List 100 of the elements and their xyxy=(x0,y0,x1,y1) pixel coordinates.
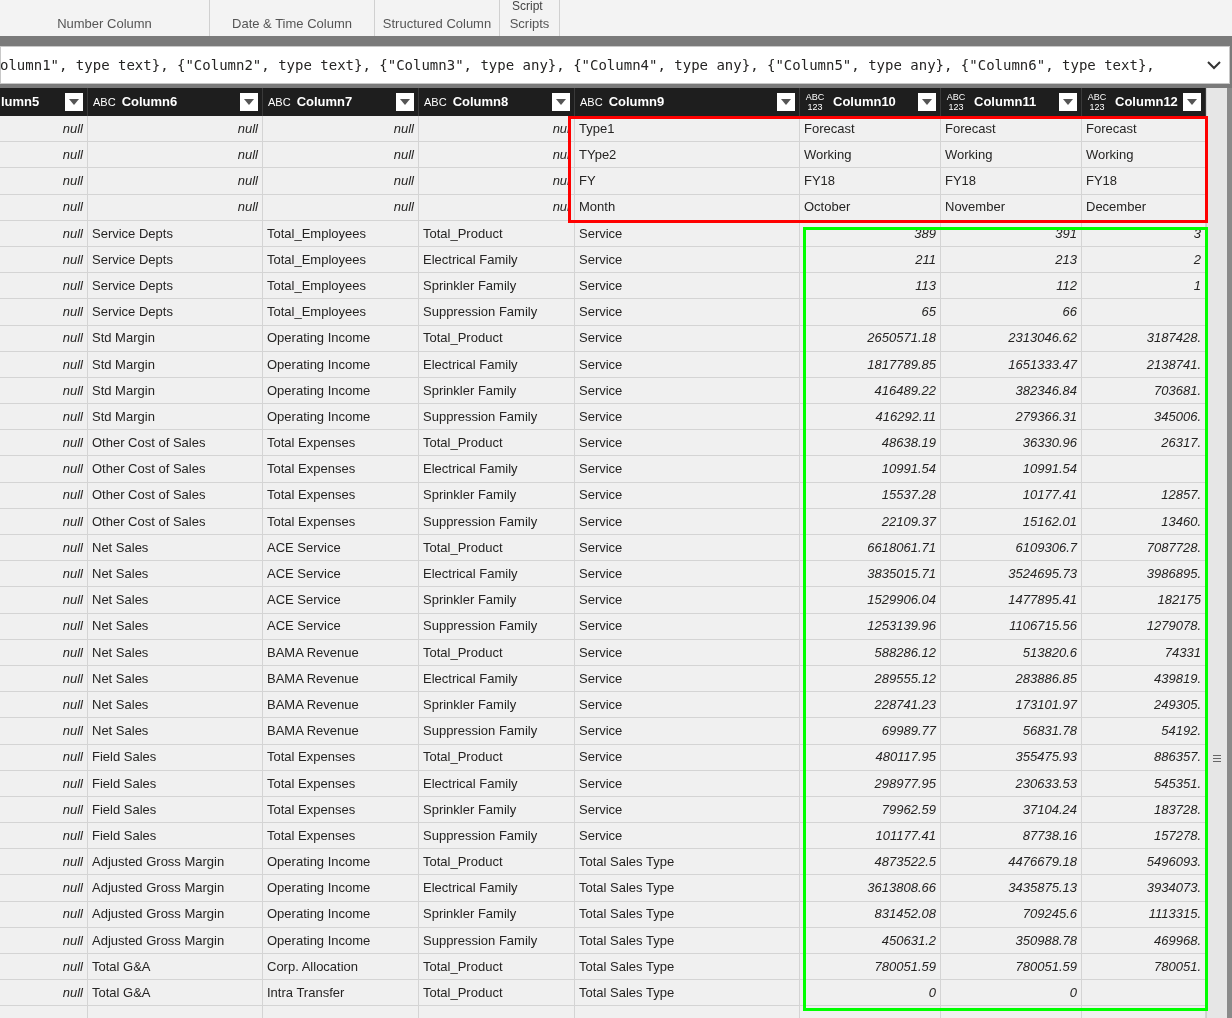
any-type-label: ABC 123 xyxy=(945,92,967,112)
table-cell: Service xyxy=(575,299,800,326)
table-cell: Total_Product xyxy=(419,325,575,352)
table-cell: 1817789.85 xyxy=(800,351,941,378)
table-cell: Total_Product xyxy=(419,430,575,457)
table-cell: Operating Income xyxy=(263,849,419,876)
table-cell: 7087728. xyxy=(1082,535,1206,562)
table-cell: Service xyxy=(575,325,800,352)
table-cell: Total_Product xyxy=(419,535,575,562)
any-type-label: ABC 123 xyxy=(1086,92,1108,112)
table-cell: null xyxy=(0,535,88,562)
filter-dropdown-button[interactable] xyxy=(1183,93,1201,111)
table-cell: null xyxy=(0,980,88,1007)
column-header[interactable]: ABC Column6 xyxy=(88,88,263,116)
table-cell: Suppression Family xyxy=(419,613,575,640)
ribbon-button-label[interactable]: Script xyxy=(512,0,543,12)
table-cell: Service xyxy=(575,351,800,378)
table-cell: 3435875.13 xyxy=(941,875,1082,902)
table-cell: Suppression Family xyxy=(419,927,575,954)
table-cell: Suppression Family xyxy=(419,299,575,326)
table-cell: null xyxy=(263,116,419,143)
table-cell: null xyxy=(0,508,88,535)
table-cell: 15537.28 xyxy=(800,482,941,509)
table-cell: Operating Income xyxy=(263,875,419,902)
table-cell: 2138741. xyxy=(1082,351,1206,378)
table-cell: Service xyxy=(575,220,800,247)
table-cell: Std Margin xyxy=(88,377,263,405)
vertical-scrollbar[interactable] xyxy=(1206,88,1232,1018)
table-cell: Net Sales xyxy=(88,587,263,614)
filter-dropdown-button[interactable] xyxy=(65,93,83,111)
filter-dropdown-button[interactable] xyxy=(396,93,414,111)
table-cell: Net Sales xyxy=(88,613,263,640)
scrollbar-grip-icon[interactable] xyxy=(1213,754,1221,762)
table-cell: Adjusted Gross Margin xyxy=(88,927,263,954)
filter-dropdown-button[interactable] xyxy=(777,93,795,111)
table-cell: Service xyxy=(575,246,800,274)
table-cell: FY18 xyxy=(1082,168,1206,195)
table-cell: null xyxy=(0,927,88,954)
table-cell: 36330.96 xyxy=(941,430,1082,457)
table-cell: 1253139.96 xyxy=(800,613,941,640)
table-cell: Net Sales xyxy=(88,535,263,562)
table-cell: Type1 xyxy=(575,116,800,143)
filter-dropdown-button[interactable] xyxy=(240,93,258,111)
table-cell: Total Sales Type xyxy=(575,875,800,902)
chevron-down-icon[interactable] xyxy=(1207,60,1221,70)
filter-dropdown-button[interactable] xyxy=(1059,93,1077,111)
table-cell: null xyxy=(263,168,419,195)
table-cell: 3835015.71 xyxy=(800,561,941,588)
table-cell: Service xyxy=(575,770,800,797)
table-cell: 211 xyxy=(800,246,941,274)
filter-dropdown-button[interactable] xyxy=(918,93,936,111)
caret-down-icon xyxy=(1187,99,1197,105)
table-cell: Total_Employees xyxy=(263,299,419,326)
table-cell: null xyxy=(0,325,88,352)
table-cell: null xyxy=(0,665,88,693)
table-cell: null xyxy=(0,377,88,405)
table-cell: Service xyxy=(575,639,800,666)
table-cell: 65 xyxy=(800,299,941,326)
table-cell: Field Sales xyxy=(88,744,263,771)
column-header[interactable]: lumn5 xyxy=(0,88,88,116)
table-cell: 69989.77 xyxy=(800,718,941,745)
table-cell: 355475.93 xyxy=(941,744,1082,771)
table-cell: 780051.59 xyxy=(800,954,941,981)
column-header[interactable]: ABC Column8 xyxy=(419,88,575,116)
table-cell: 780051. xyxy=(1082,954,1206,981)
table-cell: Service xyxy=(575,482,800,509)
table-cell: FY18 xyxy=(941,168,1082,195)
table-cell: Service xyxy=(575,404,800,431)
table-cell: Std Margin xyxy=(88,404,263,431)
table-cell: null xyxy=(0,246,88,274)
table-cell: 56831.78 xyxy=(941,718,1082,745)
table-cell: Total G&A xyxy=(88,980,263,1007)
table-cell: 15162.01 xyxy=(941,508,1082,535)
table-cell: Total Expenses xyxy=(263,823,419,850)
filter-dropdown-button[interactable] xyxy=(552,93,570,111)
column-header[interactable]: ABC Column9 xyxy=(575,88,800,116)
table-cell: null xyxy=(0,875,88,902)
table-cell: Service xyxy=(575,718,800,745)
table-cell: Service Depts xyxy=(88,246,263,274)
table-cell: Net Sales xyxy=(88,692,263,719)
table-cell: 588286.12 xyxy=(800,639,941,666)
table-cell: Electrical Family xyxy=(419,875,575,902)
caret-down-icon xyxy=(244,99,254,105)
table-cell: TYpe2 xyxy=(575,142,800,169)
table-cell: BAMA Revenue xyxy=(263,665,419,693)
table-cell: 101177.41 xyxy=(800,823,941,850)
table-cell: Forecast xyxy=(1082,116,1206,143)
table-cell: Total Expenses xyxy=(263,796,419,824)
column-header[interactable]: ABC Column7 xyxy=(263,88,419,116)
table-cell: ACE Service xyxy=(263,535,419,562)
table-cell: 183728. xyxy=(1082,796,1206,824)
formula-bar[interactable]: olumn1", type text}, {"Column2", type text}, {"Column3", type any}, {"Column4", type any}, {"Column5", type any}, {"Column6", type text}, xyxy=(0,46,1230,84)
table-cell: Service xyxy=(575,692,800,719)
table-cell: Total Expenses xyxy=(263,744,419,771)
table-cell: ACE Service xyxy=(263,613,419,640)
table-cell: 157278. xyxy=(1082,823,1206,850)
table-cell: Operating Income xyxy=(263,351,419,378)
table-cell: Total Sales Type xyxy=(575,954,800,981)
table-cell: Total_Product xyxy=(419,849,575,876)
table-cell: 350988.78 xyxy=(941,927,1082,954)
